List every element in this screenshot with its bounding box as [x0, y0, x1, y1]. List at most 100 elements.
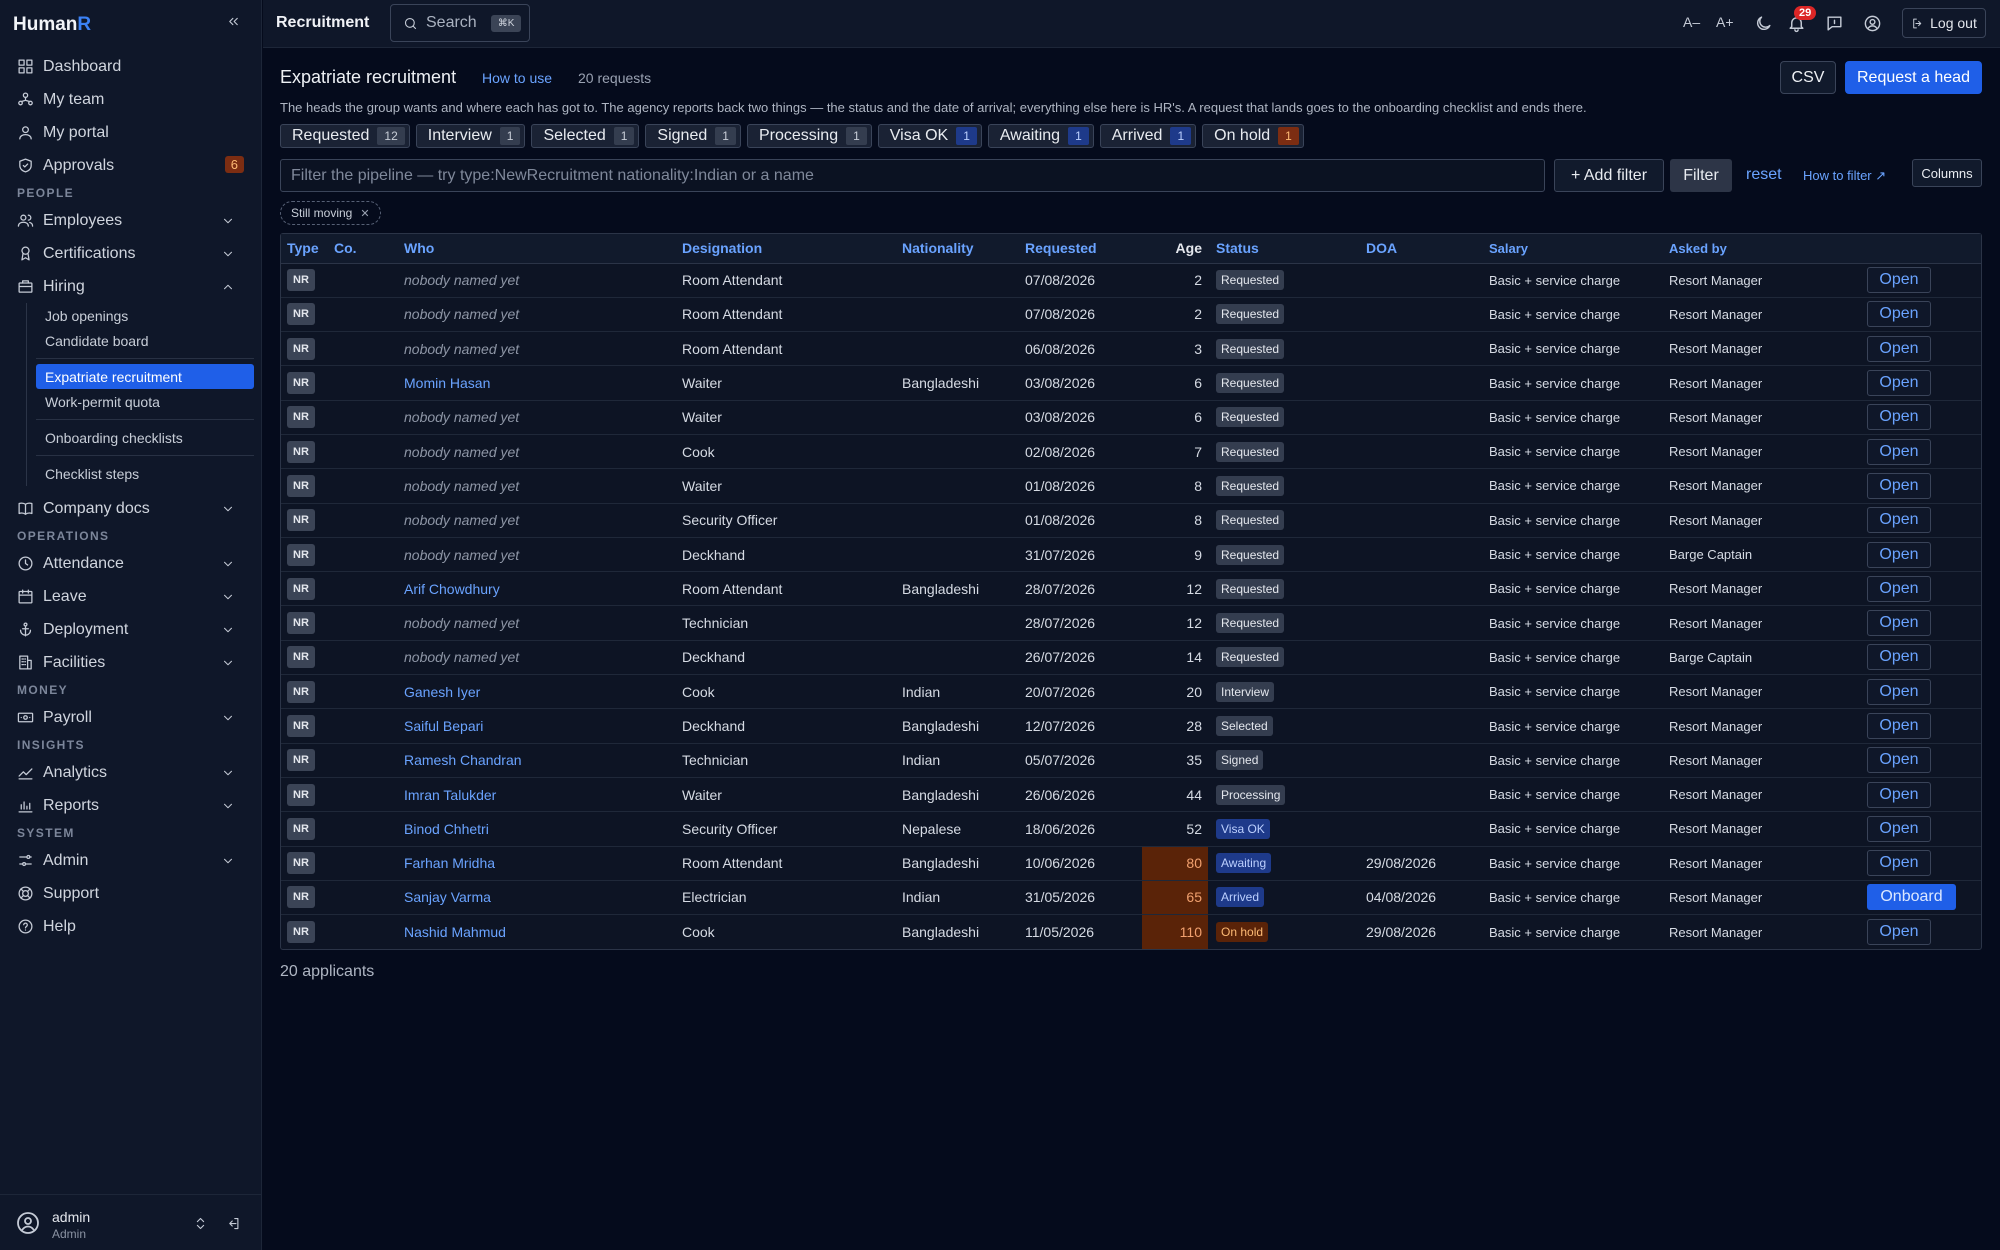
- stage-filter-6[interactable]: Awaiting 1: [987, 124, 1094, 148]
- column-header-nationality[interactable]: Nationality: [902, 234, 1025, 264]
- table-row[interactable]: NR Binod Chhetri Security Officer Nepalese 1…: [281, 811, 1981, 847]
- sidebar-item-payroll[interactable]: Payroll: [0, 701, 262, 734]
- cell-who[interactable]: Ganesh Iyer: [404, 674, 682, 710]
- brand-logo[interactable]: HumanR: [13, 14, 91, 36]
- column-header-doa[interactable]: DOA: [1366, 234, 1489, 264]
- sidebar-item-my-team[interactable]: My team: [0, 83, 262, 116]
- chevrons-up-down-icon[interactable]: [193, 1216, 208, 1231]
- pipeline-filter-input[interactable]: Filter the pipeline — try type:NewRecrui…: [280, 159, 1545, 192]
- sidebar-item-hiring[interactable]: Hiring: [0, 270, 262, 303]
- reset-link[interactable]: reset: [1746, 166, 1782, 184]
- cell-who[interactable]: Saiful Bepari: [404, 708, 682, 744]
- column-header-salary[interactable]: Salary: [1489, 234, 1669, 264]
- sidebar-item-deployment[interactable]: Deployment: [0, 613, 262, 646]
- sidebar-item-attendance[interactable]: Attendance: [0, 547, 262, 580]
- sidebar-item-help[interactable]: Help: [0, 910, 262, 943]
- open-button[interactable]: Open: [1867, 644, 1931, 671]
- applicant-name-link[interactable]: Farhan Mridha: [404, 855, 495, 871]
- table-row[interactable]: NR Nashid Mahmud Cook Bangladeshi 11/05/2026…: [281, 914, 1981, 949]
- font-larger-button[interactable]: A+: [1716, 14, 1734, 30]
- how-to-filter-link[interactable]: How to filter ↗: [1803, 168, 1886, 184]
- applicant-name-link[interactable]: Binod Chhetri: [404, 821, 489, 837]
- sidebar-item-certifications[interactable]: Certifications: [0, 237, 262, 270]
- sidebar-item-approvals[interactable]: Approvals 6: [0, 149, 262, 182]
- font-smaller-button[interactable]: A–: [1683, 14, 1700, 30]
- table-row[interactable]: NR Ramesh Chandran Technician Indian 05/07/2…: [281, 743, 1981, 778]
- sidebar-item-analytics[interactable]: Analytics: [0, 756, 262, 789]
- open-button[interactable]: Open: [1867, 713, 1931, 739]
- column-header-designation[interactable]: Designation: [682, 234, 902, 264]
- column-header-co[interactable]: Co.: [334, 234, 404, 264]
- table-row[interactable]: NR Saiful Bepari Deckhand Bangladeshi 12/07/…: [281, 708, 1981, 744]
- stage-filter-8[interactable]: On hold 1: [1202, 124, 1304, 148]
- open-button[interactable]: Open: [1867, 919, 1931, 946]
- sidebar-item-company-docs[interactable]: Company docs: [0, 492, 262, 525]
- table-row[interactable]: NR nobody named yet Deckhand 26/07/2026 14 Re…: [281, 640, 1981, 676]
- cell-who[interactable]: Farhan Mridha: [404, 846, 682, 881]
- cell-who[interactable]: Ramesh Chandran: [404, 743, 682, 778]
- open-button[interactable]: Open: [1867, 370, 1931, 397]
- cell-who[interactable]: Momin Hasan: [404, 365, 682, 401]
- table-row[interactable]: NR nobody named yet Waiter 03/08/2026 6 Reque…: [281, 400, 1981, 435]
- applicant-name-link[interactable]: Nashid Mahmud: [404, 924, 506, 940]
- add-filter-button[interactable]: + Add filter: [1554, 159, 1664, 192]
- filter-chip[interactable]: Still moving ✕: [280, 201, 381, 225]
- table-row[interactable]: NR nobody named yet Cook 02/08/2026 7 Request…: [281, 434, 1981, 470]
- stage-filter-1[interactable]: Interview 1: [415, 124, 526, 148]
- sidebar-item-candidate-board[interactable]: Candidate board: [36, 328, 254, 353]
- open-button[interactable]: Open: [1867, 575, 1931, 602]
- user-circle-icon[interactable]: [1863, 14, 1882, 33]
- applicant-name-link[interactable]: Sanjay Varma: [404, 889, 491, 905]
- table-row[interactable]: NR Imran Talukder Waiter Bangladeshi 26/06/2…: [281, 777, 1981, 813]
- sidebar-item-admin[interactable]: Admin: [0, 844, 262, 877]
- table-row[interactable]: NR Arif Chowdhury Room Attendant Bangladesh…: [281, 571, 1981, 607]
- sidebar-item-leave[interactable]: Leave: [0, 580, 262, 613]
- sidebar-item-reports[interactable]: Reports: [0, 789, 262, 822]
- open-button[interactable]: Open: [1867, 404, 1931, 431]
- sidebar-item-dashboard[interactable]: Dashboard: [0, 50, 262, 83]
- applicant-name-link[interactable]: Arif Chowdhury: [404, 581, 500, 597]
- stage-filter-7[interactable]: Arrived 1: [1099, 124, 1197, 148]
- onboard-button[interactable]: Onboard: [1867, 884, 1956, 911]
- csv-button[interactable]: CSV: [1780, 61, 1836, 94]
- message-icon[interactable]: [1825, 14, 1844, 33]
- cell-who[interactable]: Imran Talukder: [404, 777, 682, 813]
- sidebar-item-onboarding-checklists[interactable]: Onboarding checklists: [36, 425, 254, 450]
- applicant-name-link[interactable]: Imran Talukder: [404, 787, 496, 803]
- stage-filter-2[interactable]: Selected 1: [531, 124, 640, 148]
- columns-button[interactable]: Columns: [1912, 159, 1982, 187]
- open-button[interactable]: Open: [1867, 301, 1931, 328]
- sidebar-item-checklist-steps[interactable]: Checklist steps: [36, 461, 254, 486]
- open-button[interactable]: Open: [1867, 850, 1931, 877]
- close-icon[interactable]: ✕: [360, 207, 369, 220]
- cell-who[interactable]: Sanjay Varma: [404, 880, 682, 916]
- moon-icon[interactable]: [1754, 14, 1773, 33]
- open-button[interactable]: Open: [1867, 781, 1931, 808]
- table-row[interactable]: NR nobody named yet Room Attendant 06/08/20…: [281, 331, 1981, 367]
- column-header-age[interactable]: Age: [1142, 234, 1208, 264]
- sidebar-item-work-permit-quota[interactable]: Work-permit quota: [36, 389, 254, 414]
- applicant-name-link[interactable]: Momin Hasan: [404, 375, 490, 391]
- open-button[interactable]: Open: [1867, 267, 1931, 294]
- stage-filter-5[interactable]: Visa OK 1: [877, 124, 982, 148]
- sidebar-item-employees[interactable]: Employees: [0, 204, 262, 237]
- sidebar-item-support[interactable]: Support: [0, 877, 262, 910]
- table-row[interactable]: NR nobody named yet Deckhand 31/07/2026 9 Req…: [281, 537, 1981, 573]
- table-row[interactable]: NR nobody named yet Waiter 01/08/2026 8 Reque…: [281, 468, 1981, 504]
- open-button[interactable]: Open: [1867, 472, 1931, 499]
- column-header-requested[interactable]: Requested: [1025, 234, 1142, 264]
- table-row[interactable]: NR Ganesh Iyer Cook Indian 20/07/2026 20 Inter…: [281, 674, 1981, 710]
- column-header-status[interactable]: Status: [1208, 234, 1366, 264]
- sidebar-item-expatriate-recruitment[interactable]: Expatriate recruitment: [36, 364, 254, 389]
- table-row[interactable]: NR Farhan Mridha Room Attendant Bangladeshi…: [281, 846, 1981, 881]
- sidebar-item-job-openings[interactable]: Job openings: [36, 303, 254, 328]
- open-button[interactable]: Open: [1867, 747, 1931, 774]
- column-header-who[interactable]: Who: [404, 234, 682, 264]
- table-row[interactable]: NR nobody named yet Room Attendant 07/08/20…: [281, 297, 1981, 333]
- stage-filter-4[interactable]: Processing 1: [746, 124, 872, 148]
- open-button[interactable]: Open: [1867, 438, 1931, 465]
- how-to-use-link[interactable]: How to use: [482, 70, 552, 86]
- sidebar-item-facilities[interactable]: Facilities: [0, 646, 262, 679]
- sidebar-item-my-portal[interactable]: My portal: [0, 116, 262, 149]
- stage-filter-0[interactable]: Requested 12: [280, 124, 410, 148]
